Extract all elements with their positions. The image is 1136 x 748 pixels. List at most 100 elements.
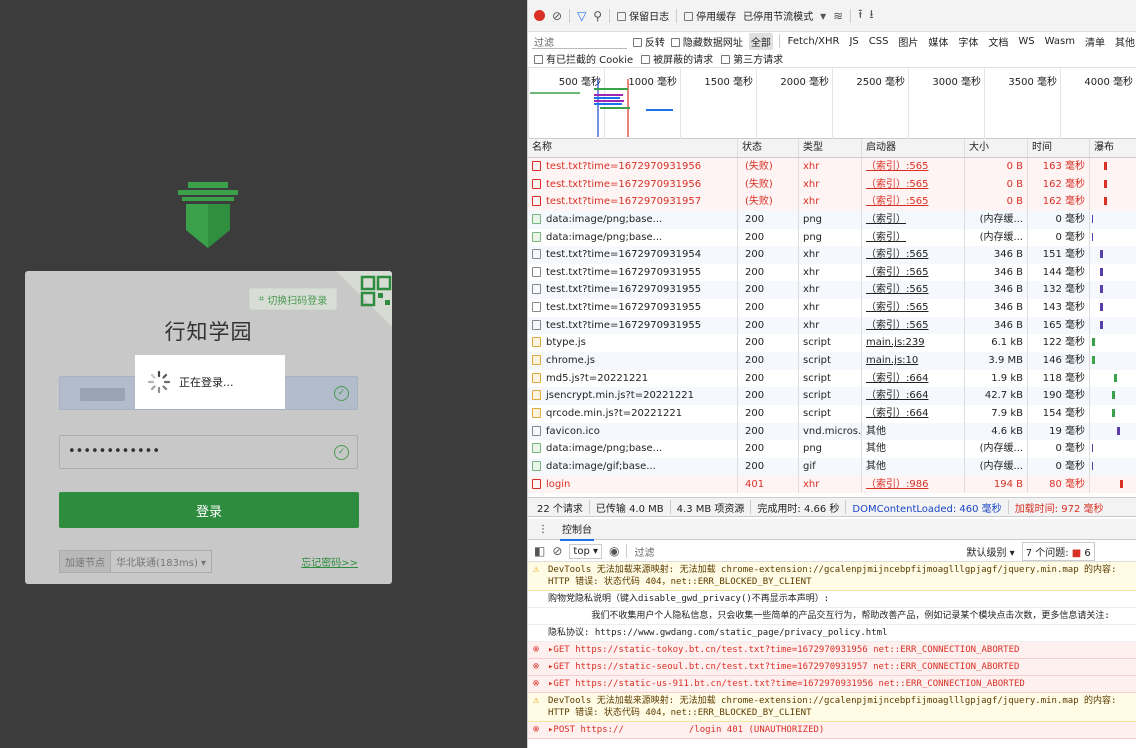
request-row[interactable]: test.txt?time=1672970931955 200 xhr （索引）:56… <box>528 281 1136 300</box>
type-filter-media[interactable]: 媒体 <box>926 33 950 50</box>
request-initiator[interactable]: （索引）:664 <box>862 369 965 388</box>
blocked-cookies-checkbox[interactable]: 有已拦截的 Cookie <box>534 51 633 66</box>
request-row[interactable]: test.txt?time=1672970931956 (失败) xhr （索引）:5… <box>528 175 1136 194</box>
request-initiator[interactable]: （索引）:565 <box>862 281 965 300</box>
preserve-log-checkbox[interactable]: 保留日志 <box>617 8 669 23</box>
column-name[interactable]: 名称 <box>528 139 738 157</box>
request-row[interactable]: test.txt?time=1672970931956 (失败) xhr （索引）:5… <box>528 158 1136 176</box>
request-time-text: 154 毫秒 <box>1042 407 1085 419</box>
wifi-settings-icon[interactable]: ≋ <box>833 9 843 23</box>
type-filter-font[interactable]: 字体 <box>956 33 980 50</box>
type-filter-doc[interactable]: 文档 <box>986 33 1010 50</box>
column-status[interactable]: 状态 <box>738 139 799 157</box>
issues-button[interactable]: 7 个问题: ■ 6 <box>1021 541 1095 561</box>
request-initiator[interactable]: （索引）:565 <box>862 263 965 282</box>
console-warning: ⚠ DevTools 无法加载来源映射: 无法加载 chrome-extensio… <box>528 562 1136 591</box>
request-row[interactable]: btype.js 200 script main.js:239 6.1 kB 122 毫秒 <box>528 334 1136 353</box>
import-icon[interactable]: ⭱ <box>858 5 862 26</box>
search-icon[interactable]: ⚲ <box>593 9 602 23</box>
type-filter-js[interactable]: JS <box>847 35 860 48</box>
node-select[interactable]: 华北联通(183ms) ▾ <box>111 549 213 573</box>
request-row[interactable]: test.txt?time=1672970931957 (失败) xhr （索引）:5… <box>528 193 1136 211</box>
overview-timeline[interactable]: 500 毫秒 1000 毫秒 1500 毫秒 2000 毫秒 2500 毫秒 3… <box>528 69 1136 139</box>
request-row[interactable]: qrcode.min.js?t=20221221 200 script （索引）:66… <box>528 404 1136 423</box>
record-icon[interactable] <box>534 10 545 21</box>
switch-qr-login-button[interactable]: ⌗ 切换扫码登录 <box>249 288 337 310</box>
type-filter-ws[interactable]: WS <box>1016 35 1036 48</box>
blocked-requests-checkbox[interactable]: 被屏蔽的请求 <box>641 51 713 66</box>
log-levels-select[interactable]: 默认级别 ▾ <box>966 544 1014 559</box>
column-size[interactable]: 大小 <box>965 139 1028 157</box>
filter-input[interactable]: 过滤 <box>532 34 627 49</box>
export-icon[interactable]: ⭳ <box>869 5 873 26</box>
console-messages: ⚠ DevTools 无法加载来源映射: 无法加载 chrome-extensio… <box>528 562 1136 739</box>
type-filter-css[interactable]: CSS <box>867 35 891 48</box>
request-initiator[interactable]: 其他 <box>862 440 965 458</box>
login-button[interactable]: 登录 <box>59 492 359 528</box>
console-filter-input[interactable]: 过滤 <box>634 544 959 559</box>
request-initiator[interactable]: （索引）:565 <box>862 193 965 211</box>
waterfall-bar <box>1104 197 1107 206</box>
hide-data-urls-checkbox[interactable]: 隐藏数据网址 <box>670 34 743 49</box>
request-initiator[interactable]: （索引）:565 <box>862 299 965 317</box>
request-initiator[interactable]: （索引）:565 <box>862 316 965 335</box>
tab-console[interactable]: 控制台 <box>560 518 594 541</box>
request-row[interactable]: data:image/png;base... 200 png （索引） (内存缓... 0… <box>528 210 1136 229</box>
request-initiator[interactable]: （索引）:664 <box>862 404 965 423</box>
type-filter-wasm[interactable]: Wasm <box>1043 35 1077 48</box>
request-initiator[interactable]: main.js:239 <box>862 334 965 353</box>
type-filter-img[interactable]: 图片 <box>896 33 920 50</box>
clear-icon[interactable]: ⊘ <box>552 9 562 23</box>
disable-cache-checkbox[interactable]: 停用缓存 <box>684 8 736 23</box>
column-initiator[interactable]: 启动器 <box>862 139 965 157</box>
request-initiator[interactable]: （索引）:565 <box>862 246 965 264</box>
request-row[interactable]: test.txt?time=1672970931955 200 xhr （索引）:56… <box>528 299 1136 317</box>
type-filter-xhr[interactable]: Fetch/XHR <box>786 35 842 48</box>
request-name-text: test.txt?time=1672970931956 <box>546 178 702 190</box>
column-type[interactable]: 类型 <box>799 139 862 157</box>
request-name: qrcode.min.js?t=20221221 <box>528 404 738 423</box>
request-row[interactable]: test.txt?time=1672970931955 200 xhr （索引）:56… <box>528 263 1136 282</box>
request-row[interactable]: test.txt?time=1672970931955 200 xhr （索引）:56… <box>528 316 1136 335</box>
invert-checkbox[interactable]: 反转 <box>632 34 665 49</box>
request-initiator[interactable]: （索引）:986 <box>862 475 965 494</box>
resource-size: 4.3 MB 项资源 <box>676 503 745 515</box>
sidebar-toggle-icon[interactable]: ◧ <box>534 544 545 558</box>
forgot-password-link[interactable]: 忘记密码>> <box>301 554 358 569</box>
request-row[interactable]: data:image/gif;base... 200 gif 其他 (内存缓... 0 毫… <box>528 457 1136 476</box>
document-file-icon <box>532 319 541 330</box>
scan-icon: ⌗ <box>258 293 265 305</box>
eye-icon[interactable]: ◉ <box>609 544 619 558</box>
request-row[interactable]: chrome.js 200 script main.js:10 3.9 MB 146 毫秒 <box>528 352 1136 370</box>
chevron-down-icon[interactable]: ▾ <box>820 9 826 23</box>
request-initiator[interactable]: （索引）:565 <box>862 175 965 194</box>
request-status-text: 200 <box>745 213 765 225</box>
console-message-text: ▸GET https://static-seoul.bt.cn/test.txt… <box>548 662 1020 672</box>
clear-console-icon[interactable]: ⊘ <box>552 544 562 558</box>
throttle-select[interactable]: 已停用节流模式 <box>743 8 813 23</box>
type-filter-all[interactable]: 全部 <box>748 32 773 50</box>
request-row[interactable]: jsencrypt.min.js?t=20221221 200 script （索引）… <box>528 387 1136 405</box>
password-input[interactable]: •••••••••••• ✓ <box>59 435 358 469</box>
request-row[interactable]: data:image/png;base... 200 png 其他 (内存缓... 0 毫… <box>528 440 1136 458</box>
column-waterfall[interactable]: 瀑布 <box>1090 139 1136 157</box>
kebab-menu-icon[interactable]: ⋮ <box>538 524 548 535</box>
request-row[interactable]: login 401 xhr （索引）:986 194 B 80 毫秒 <box>528 475 1136 494</box>
column-time[interactable]: 时间 <box>1028 139 1090 157</box>
request-row[interactable]: data:image/png;base... 200 png （索引） (内存缓... 0… <box>528 228 1136 247</box>
context-select[interactable]: top ▾ <box>569 543 602 559</box>
filter-icon[interactable]: ▽ <box>577 9 586 23</box>
request-initiator[interactable]: （索引） <box>862 210 965 229</box>
request-initiator[interactable]: （索引）:565 <box>862 158 965 176</box>
request-initiator[interactable]: 其他 <box>862 457 965 476</box>
request-initiator[interactable]: （索引） <box>862 228 965 247</box>
request-initiator[interactable]: （索引）:664 <box>862 387 965 405</box>
request-initiator[interactable]: main.js:10 <box>862 352 965 370</box>
type-filter-manifest[interactable]: 清单 <box>1083 33 1107 50</box>
third-party-checkbox[interactable]: 第三方请求 <box>721 51 783 66</box>
request-initiator[interactable]: 其他 <box>862 422 965 441</box>
request-row[interactable]: test.txt?time=1672970931954 200 xhr （索引）:56… <box>528 246 1136 264</box>
request-row[interactable]: favicon.ico 200 vnd.micros... 其他 4.6 kB 19 毫秒 <box>528 422 1136 441</box>
type-filter-other[interactable]: 其他 <box>1113 33 1136 50</box>
request-row[interactable]: md5.js?t=20221221 200 script （索引）:664 1.9 kB… <box>528 369 1136 388</box>
